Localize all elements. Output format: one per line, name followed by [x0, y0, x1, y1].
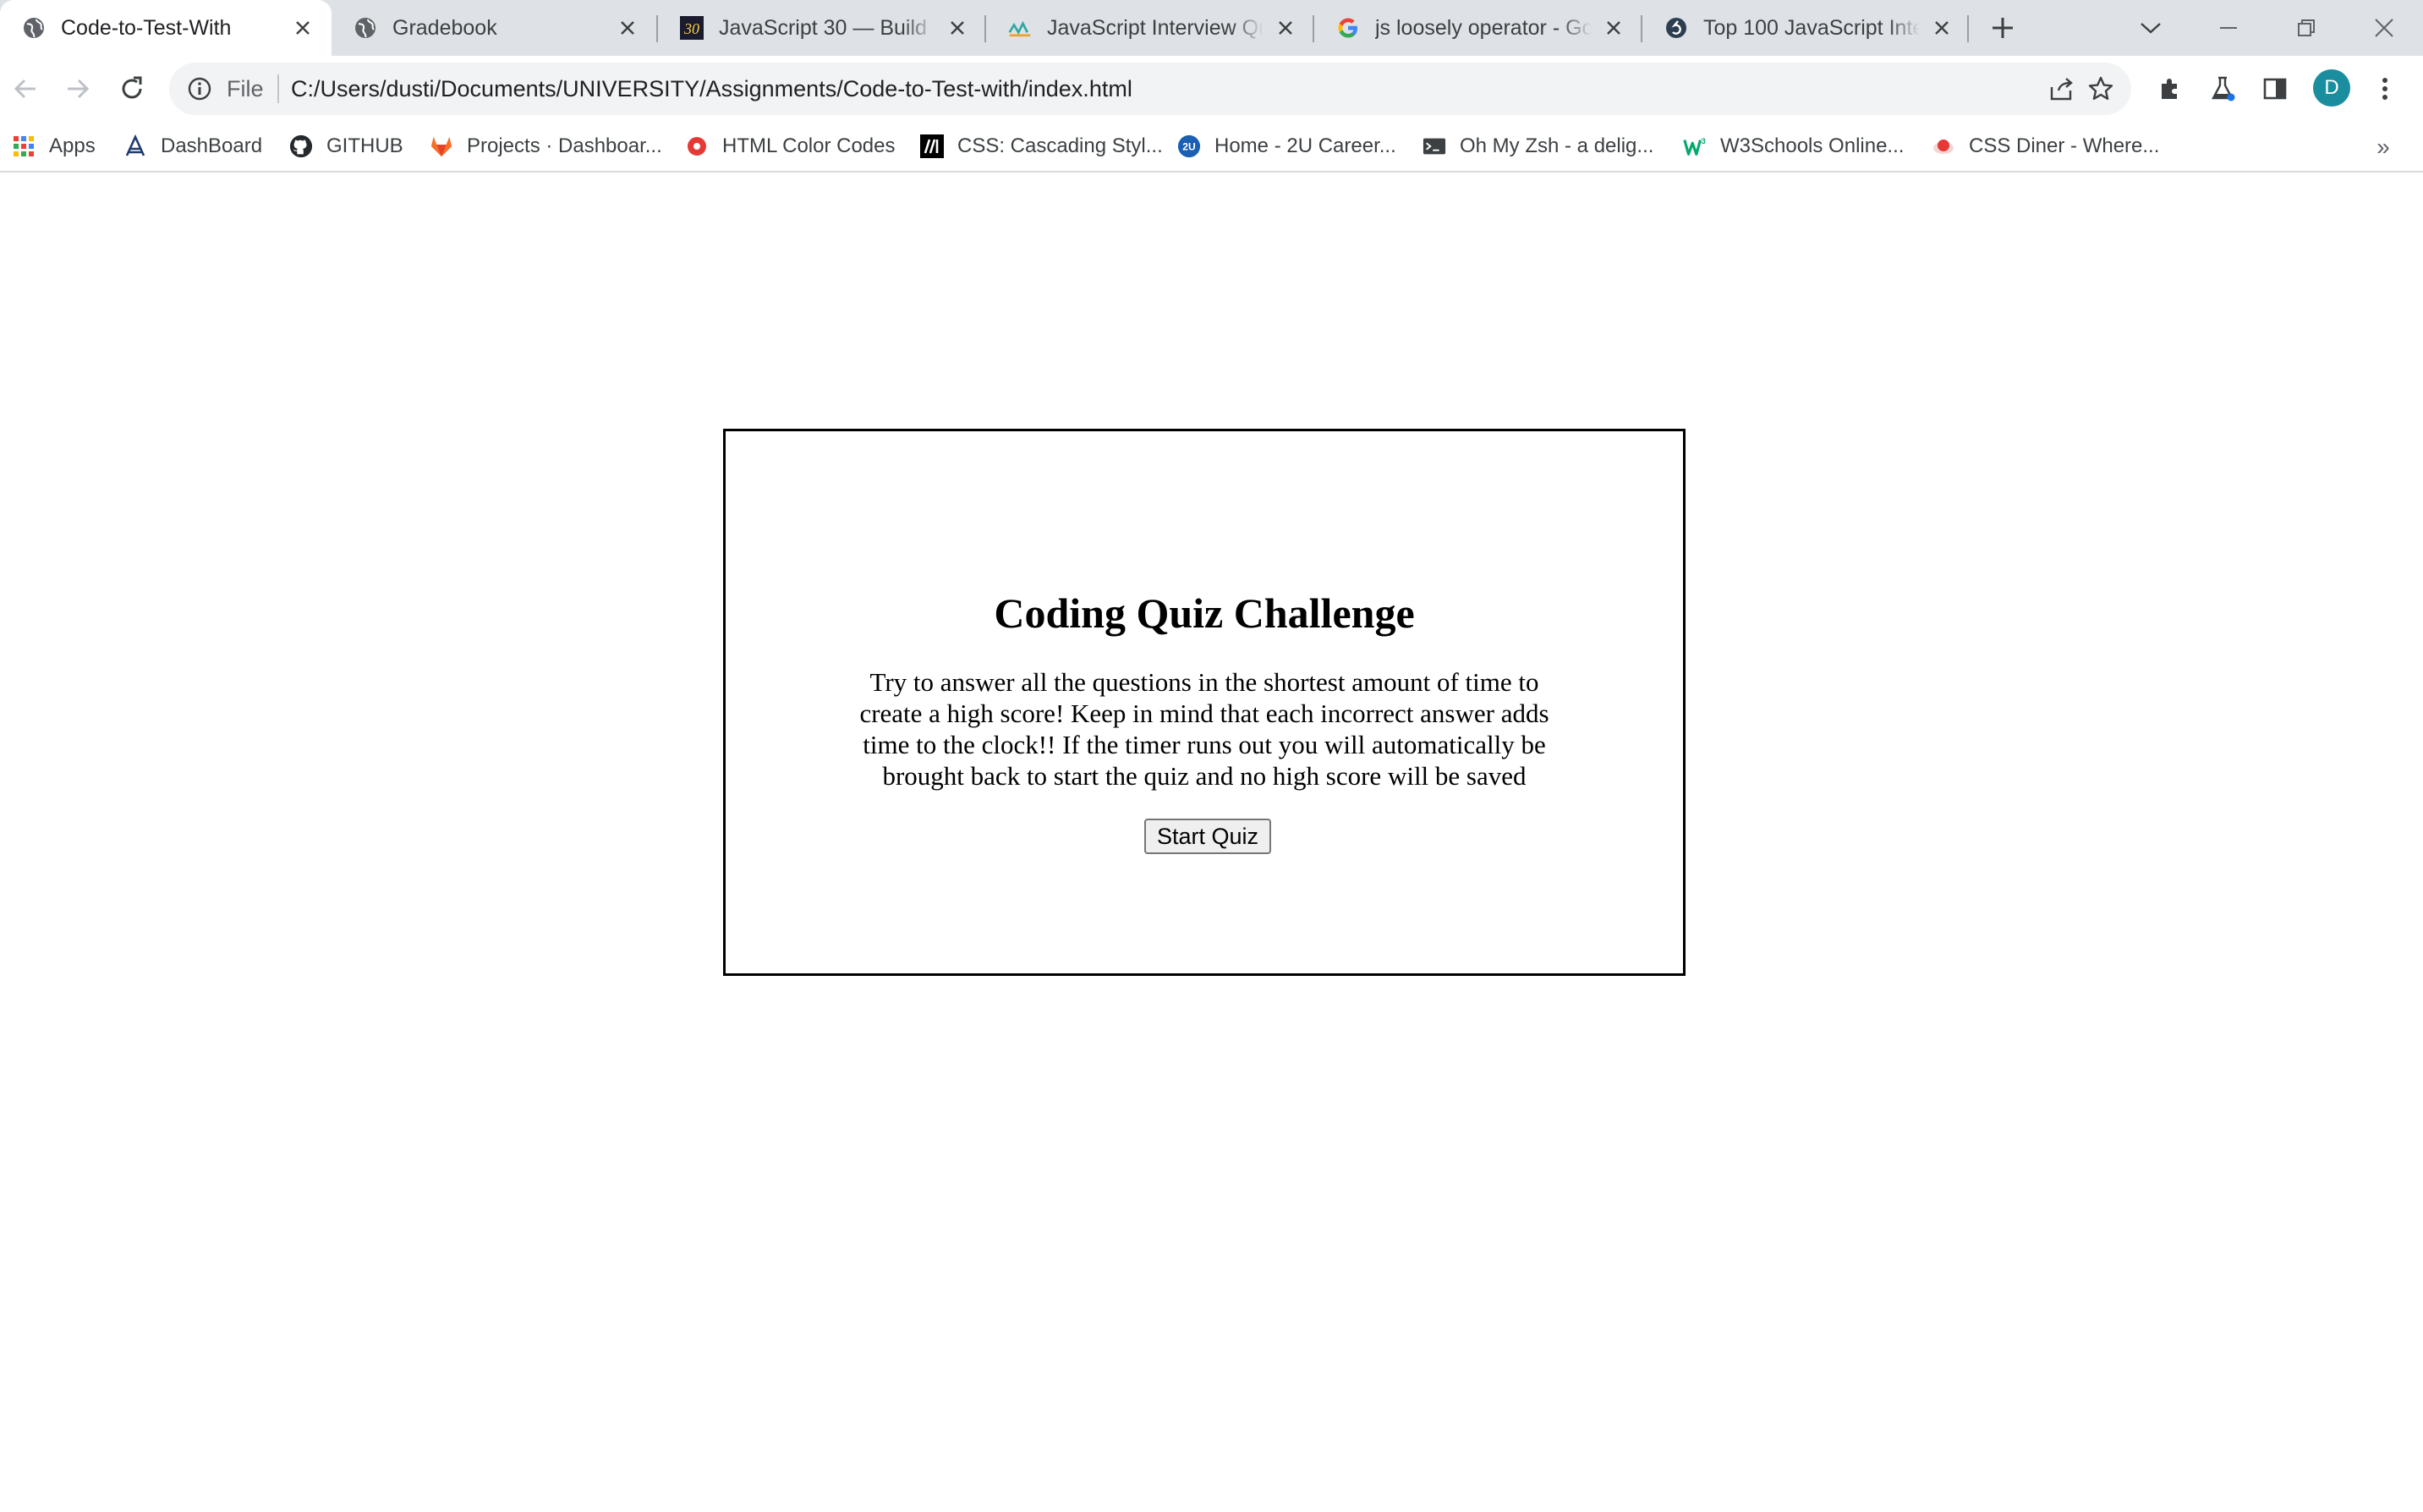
- plus-icon: [1993, 18, 2013, 38]
- bookmark-css-mdn[interactable]: CSS: Cascading Styl...: [920, 122, 1163, 171]
- terminal-icon: [1423, 134, 1446, 158]
- bookmark-label: Projects · Dashboar...: [467, 134, 662, 157]
- dashboard-a-icon: [123, 134, 147, 158]
- minimize-button[interactable]: [2207, 7, 2250, 49]
- bookmarks-bar: Apps DashBoard GITHUB Projects · Dashboa…: [0, 122, 2423, 173]
- flask-icon: [2212, 76, 2235, 101]
- tab-title: Top 100 JavaScript Interview Questions: [1703, 15, 1920, 40]
- quiz-instructions: Try to answer all the questions in the s…: [859, 667, 1549, 791]
- wave-logo-icon: [1008, 16, 1032, 40]
- back-arrow-icon: [14, 79, 36, 99]
- tab-javascript30[interactable]: 30 JavaScript 30 — Build 30 Things: [658, 0, 986, 56]
- tab-search-button[interactable]: [2130, 7, 2172, 49]
- tab-strip: Code-to-Test-With Gradebook 30 JavaScrip…: [0, 0, 2423, 56]
- share-icon[interactable]: [2047, 74, 2077, 104]
- svg-text:30: 30: [683, 20, 699, 37]
- side-panel-icon: [2263, 78, 2287, 100]
- bookmark-label: HTML Color Codes: [722, 134, 896, 157]
- bookmark-w3schools[interactable]: 3 W3Schools Online...: [1683, 122, 1904, 171]
- tab-separator: [1967, 15, 1969, 42]
- minimize-icon: [2220, 27, 2237, 29]
- bookmark-oh-my-zsh[interactable]: Oh My Zsh - a delig...: [1423, 122, 1653, 171]
- bookmark-label: Home - 2U Career...: [1214, 134, 1396, 157]
- globe-icon: [22, 16, 46, 40]
- bookmark-label: DashBoard: [161, 134, 263, 157]
- tab-google-search[interactable]: js loosely operator - Google Search: [1314, 0, 1642, 56]
- tab-title: Code-to-Test-With: [61, 15, 232, 40]
- tab-javascript-interview-questions[interactable]: JavaScript Interview Questions: [986, 0, 1314, 56]
- gitlab-icon: [430, 134, 453, 158]
- bookmark-apps[interactable]: Apps: [12, 122, 96, 171]
- tab-title: JavaScript 30 — Build 30 Things: [719, 15, 935, 40]
- tab-title: js loosely operator - Google Search: [1375, 15, 1592, 40]
- mdn-icon: [920, 134, 944, 158]
- profile-avatar[interactable]: D: [2313, 69, 2350, 107]
- close-window-button[interactable]: [2363, 7, 2405, 49]
- bookmark-label: CSS: Cascading Styl...: [957, 134, 1163, 157]
- bookmark-css-diner[interactable]: CSS Diner - Where...: [1932, 122, 2159, 171]
- tab-top-100-javascript[interactable]: Top 100 JavaScript Interview Questions: [1642, 0, 1971, 56]
- close-icon: [2375, 19, 2393, 37]
- scheme-label: File: [227, 76, 264, 101]
- bookmark-github[interactable]: GITHUB: [289, 122, 403, 171]
- tab-gradebook[interactable]: Gradebook: [332, 0, 656, 56]
- restore-button[interactable]: [2285, 7, 2327, 49]
- browser-toolbar: File C:/Users/dusti/Documents/UNIVERSITY…: [0, 56, 2423, 122]
- bookmarks-overflow-button[interactable]: »: [2368, 132, 2398, 162]
- tab-code-to-test-with[interactable]: Code-to-Test-With: [0, 0, 332, 56]
- back-button[interactable]: [7, 70, 44, 107]
- labs-button[interactable]: [2204, 70, 2241, 107]
- bookmark-dashboard[interactable]: DashBoard: [123, 122, 262, 171]
- quiz-title: Coding Quiz Challenge: [994, 589, 1415, 637]
- color-codes-icon: [685, 134, 709, 158]
- kebab-menu-icon: [2382, 78, 2387, 100]
- close-tab-icon[interactable]: [1930, 16, 1954, 40]
- forward-arrow-icon: [68, 79, 90, 99]
- bookmark-star-icon[interactable]: [2086, 74, 2116, 104]
- restore-icon: [2298, 19, 2315, 36]
- start-quiz-button[interactable]: Start Quiz: [1144, 819, 1271, 854]
- forward-button[interactable]: [59, 70, 96, 107]
- omnibox-divider: [277, 74, 279, 103]
- github-icon: [289, 134, 313, 158]
- menu-button[interactable]: [2366, 70, 2404, 107]
- svg-text:2U: 2U: [1182, 141, 1196, 153]
- extensions-button[interactable]: [2152, 70, 2189, 107]
- google-icon: [1336, 16, 1360, 40]
- apps-grid-icon: [12, 134, 36, 158]
- quiz-start-card: Coding Quiz Challenge Try to answer all …: [723, 429, 1686, 976]
- chevron-down-icon: [2141, 23, 2161, 34]
- dark-logo-icon: [1664, 16, 1688, 40]
- tab-title: JavaScript Interview Questions: [1047, 15, 1264, 40]
- bookmark-label: Oh My Zsh - a delig...: [1460, 134, 1654, 157]
- globe-icon: [354, 16, 377, 40]
- javascript30-icon: 30: [680, 16, 704, 40]
- svg-text:3: 3: [1702, 137, 1706, 145]
- reload-icon: [122, 76, 142, 99]
- bookmark-label: CSS Diner - Where...: [1969, 134, 2160, 157]
- side-panel-button[interactable]: [2256, 70, 2294, 107]
- bookmark-html-color-codes[interactable]: HTML Color Codes: [685, 122, 896, 171]
- address-bar[interactable]: File C:/Users/dusti/Documents/UNIVERSITY…: [169, 63, 2131, 115]
- info-icon[interactable]: [186, 75, 213, 102]
- close-tab-icon[interactable]: [291, 16, 315, 40]
- bookmark-2u-career[interactable]: 2U Home - 2U Career...: [1177, 122, 1396, 171]
- tab-title: Gradebook: [392, 15, 497, 40]
- 2u-icon: 2U: [1177, 134, 1201, 158]
- close-tab-icon[interactable]: [1602, 16, 1625, 40]
- close-tab-icon[interactable]: [1274, 16, 1297, 40]
- bookmark-gitlab-projects[interactable]: Projects · Dashboar...: [430, 122, 662, 171]
- bookmark-label: GITHUB: [326, 134, 403, 157]
- css-diner-icon: [1932, 134, 1955, 158]
- close-tab-icon[interactable]: [616, 16, 639, 40]
- new-tab-button[interactable]: [1987, 13, 2018, 43]
- url-text[interactable]: C:/Users/dusti/Documents/UNIVERSITY/Assi…: [291, 75, 1132, 102]
- w3schools-icon: 3: [1683, 134, 1707, 158]
- bookmark-label: W3Schools Online...: [1720, 134, 1905, 157]
- reload-button[interactable]: [113, 70, 151, 107]
- bookmark-label: Apps: [49, 134, 96, 157]
- puzzle-icon: [2162, 79, 2177, 99]
- close-tab-icon[interactable]: [946, 16, 969, 40]
